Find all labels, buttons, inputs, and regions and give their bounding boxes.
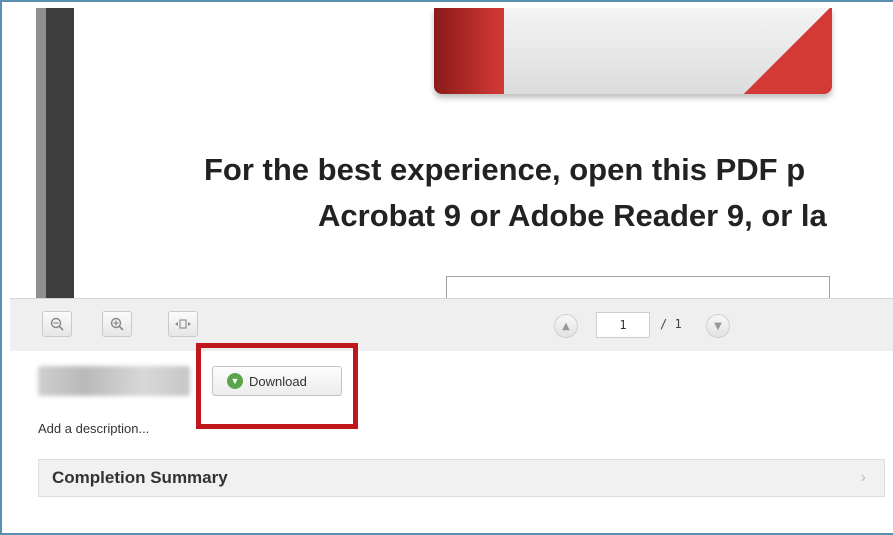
zoom-out-button[interactable] (42, 311, 72, 337)
pdf-page: For the best experience, open this PDF p… (74, 8, 893, 308)
download-arrow-icon: ▼ (227, 373, 243, 389)
triangle-up-icon: ▲ (562, 320, 570, 332)
completion-summary-title: Completion Summary (52, 468, 228, 487)
next-page-button[interactable]: ▼ (706, 314, 730, 338)
previous-page-button[interactable]: ▲ (554, 314, 578, 338)
fit-width-button[interactable] (168, 311, 198, 337)
fit-width-icon (175, 319, 191, 329)
download-button[interactable]: ▼ Download (212, 366, 342, 396)
file-name-blurred (38, 366, 190, 396)
download-label: Download (249, 373, 307, 389)
page-total: / 1 (660, 317, 682, 331)
chevron-right-icon: › (860, 469, 866, 486)
page-number-input[interactable]: 1 (596, 312, 650, 338)
zoom-out-icon (50, 317, 64, 331)
zoom-in-button[interactable] (102, 311, 132, 337)
pdf-message-line-2: Acrobat 9 or Adobe Reader 9, or la (318, 198, 827, 233)
add-description-link[interactable]: Add a description... (38, 421, 149, 436)
triangle-down-icon: ▼ (714, 320, 722, 332)
pdf-message-line-1: For the best experience, open this PDF p (204, 152, 806, 187)
pdf-logo-graphic (434, 8, 832, 94)
pdf-toolbar: ▲ 1 / 1 ▼ (10, 298, 893, 351)
completion-summary-panel[interactable]: Completion Summary › (38, 459, 885, 497)
zoom-in-icon (110, 317, 124, 331)
